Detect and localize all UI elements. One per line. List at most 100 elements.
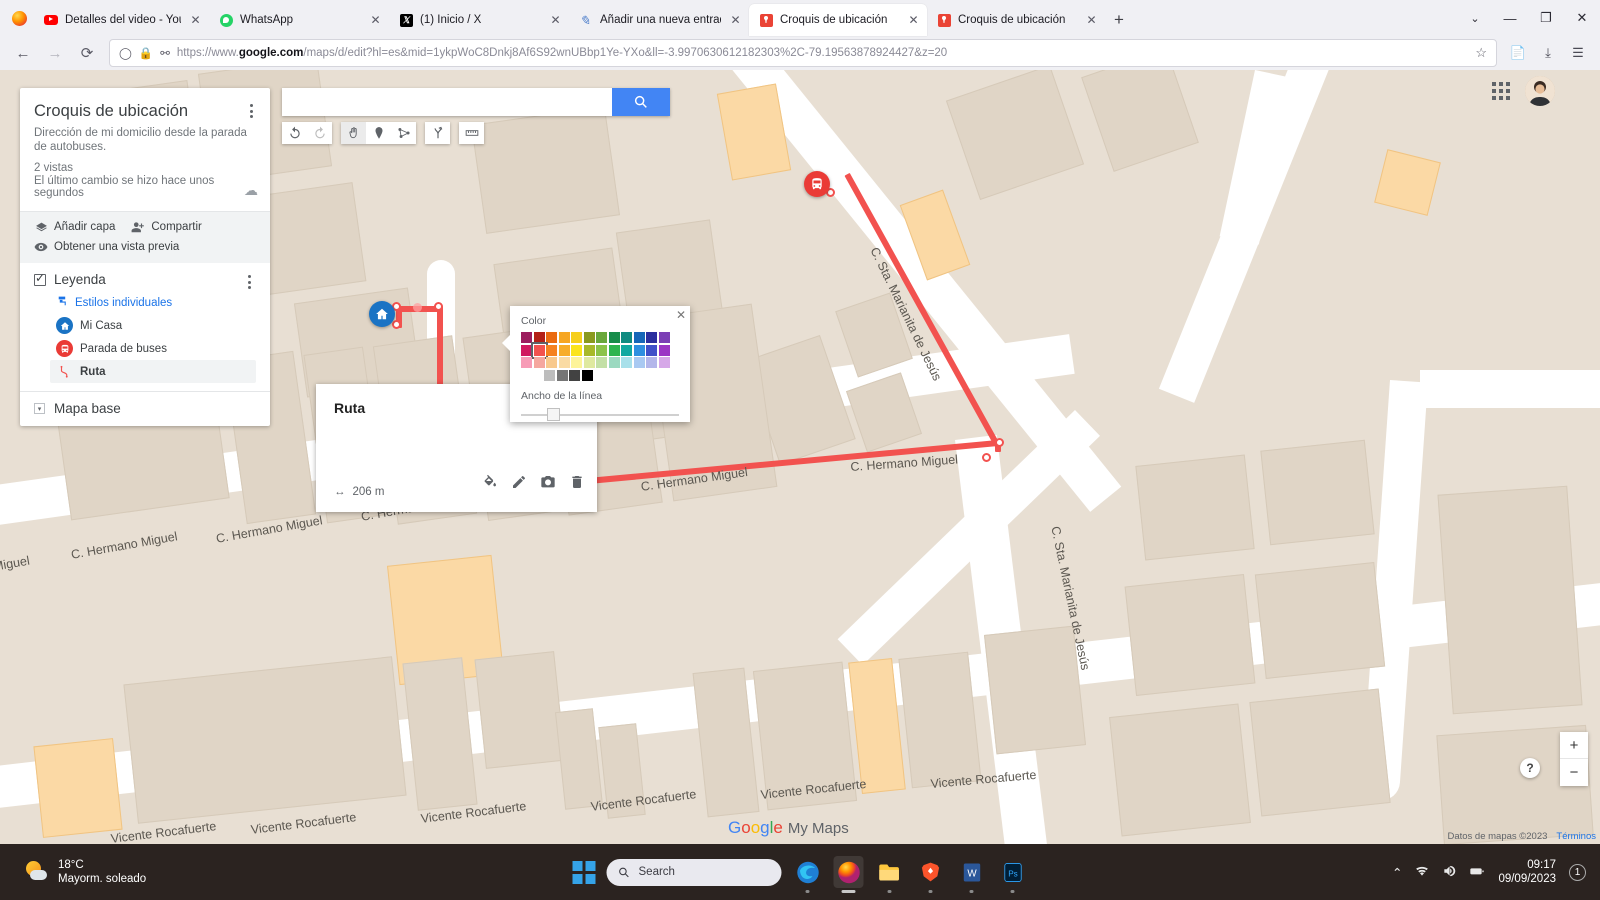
- taskbar-app-brave[interactable]: [916, 856, 946, 888]
- minimize-button[interactable]: —: [1492, 1, 1528, 35]
- color-swatch[interactable]: [530, 341, 548, 359]
- browser-tab-x[interactable]: 𝕏 (1) Inicio / X ✕: [389, 4, 569, 36]
- battery-icon[interactable]: [1469, 863, 1485, 882]
- add-marker-tool-button[interactable]: [366, 122, 391, 144]
- color-swatch[interactable]: [546, 344, 557, 356]
- gray-swatch[interactable]: [556, 369, 568, 381]
- user-avatar[interactable]: [1525, 76, 1555, 106]
- taskbar-app-edge[interactable]: [793, 856, 823, 888]
- forward-button[interactable]: →: [40, 39, 70, 67]
- color-swatch[interactable]: [608, 344, 620, 356]
- search-input[interactable]: [282, 88, 612, 116]
- help-button[interactable]: ?: [1520, 758, 1540, 778]
- new-tab-button[interactable]: +: [1105, 4, 1133, 36]
- color-swatch[interactable]: [621, 344, 632, 356]
- back-button[interactable]: ←: [8, 39, 38, 67]
- color-swatch[interactable]: [633, 332, 645, 343]
- color-swatch[interactable]: [658, 357, 670, 368]
- gray-swatch[interactable]: [581, 369, 593, 381]
- taskbar-app-file-explorer[interactable]: [875, 856, 905, 888]
- color-swatch[interactable]: [533, 357, 545, 368]
- panel-overflow-menu-icon[interactable]: [244, 104, 258, 121]
- color-swatch[interactable]: [608, 357, 620, 368]
- tray-chevron-icon[interactable]: ⌃: [1392, 865, 1402, 880]
- taskbar-app-firefox[interactable]: [833, 856, 864, 888]
- color-swatch[interactable]: [646, 332, 657, 343]
- taskbar-app-photoshop[interactable]: Ps: [998, 856, 1028, 888]
- add-layer-button[interactable]: Añadir capa: [34, 220, 115, 234]
- my-house-marker[interactable]: [369, 301, 395, 327]
- terms-link[interactable]: Términos: [1556, 831, 1596, 842]
- taskbar-search[interactable]: Search: [606, 858, 782, 886]
- add-photo-button[interactable]: [539, 473, 556, 490]
- reader-view-icon[interactable]: 📄: [1504, 39, 1532, 67]
- weather-widget[interactable]: 18°C Mayorm. soleado: [0, 858, 146, 886]
- color-swatch[interactable]: [521, 332, 532, 343]
- route-vertex[interactable]: [434, 302, 443, 311]
- expand-arrow-icon[interactable]: ▾: [34, 403, 45, 414]
- color-swatch[interactable]: [596, 332, 607, 343]
- color-swatch[interactable]: [646, 357, 657, 368]
- close-window-button[interactable]: ✕: [1564, 1, 1600, 35]
- color-swatch[interactable]: [633, 344, 645, 356]
- color-swatch[interactable]: [583, 332, 595, 343]
- route-vertex[interactable]: [995, 438, 1004, 447]
- color-swatch[interactable]: [583, 357, 595, 368]
- color-swatch[interactable]: [621, 357, 632, 368]
- color-swatch[interactable]: [558, 332, 570, 343]
- shield-icon[interactable]: ◯: [119, 46, 132, 60]
- color-swatch[interactable]: [658, 332, 670, 343]
- color-swatch[interactable]: [646, 344, 657, 356]
- color-swatch[interactable]: [633, 357, 645, 368]
- notification-badge[interactable]: 1: [1569, 863, 1586, 881]
- browser-tab-youtube[interactable]: Detalles del video - YouTube Stu ✕: [34, 4, 209, 36]
- legend-item-mi-casa[interactable]: Mi Casa: [56, 314, 256, 337]
- tab-close-icon[interactable]: ✕: [188, 13, 203, 27]
- route-midpoint[interactable]: [413, 303, 422, 312]
- layer-visibility-checkbox[interactable]: [34, 271, 46, 286]
- select-pan-tool-button[interactable]: [341, 122, 366, 144]
- tab-close-icon[interactable]: ✕: [548, 13, 563, 27]
- start-button[interactable]: [572, 860, 596, 884]
- color-swatch[interactable]: [658, 344, 670, 356]
- line-width-slider[interactable]: [521, 407, 679, 422]
- tab-close-icon[interactable]: ✕: [728, 13, 743, 27]
- color-swatch[interactable]: [546, 357, 557, 368]
- color-swatch[interactable]: [546, 332, 557, 343]
- search-button[interactable]: [612, 88, 670, 116]
- browser-tab-croquis-active[interactable]: Croquis de ubicación ✕: [749, 4, 927, 36]
- measure-distance-button[interactable]: [459, 122, 484, 144]
- color-swatch[interactable]: [571, 344, 582, 356]
- route-vertex[interactable]: [982, 453, 991, 462]
- tab-close-icon[interactable]: ✕: [906, 13, 921, 27]
- browser-tab-croquis-2[interactable]: Croquis de ubicación ✕: [927, 4, 1105, 36]
- maximize-button[interactable]: ❐: [1528, 1, 1564, 35]
- taskbar-clock[interactable]: 09:17 09/09/2023: [1498, 858, 1556, 886]
- delete-button[interactable]: [568, 473, 585, 490]
- slider-thumb[interactable]: [547, 407, 560, 421]
- url-bar[interactable]: ◯ 🔒 ⚯ https://www.google.com/maps/d/edit…: [109, 39, 1497, 67]
- map-search-box[interactable]: [282, 88, 670, 116]
- close-icon[interactable]: ✕: [676, 308, 686, 322]
- bus-stop-marker[interactable]: [804, 171, 830, 197]
- route-vertex[interactable]: [392, 320, 401, 329]
- save-to-pocket-icon[interactable]: ⤓: [1534, 39, 1562, 67]
- legend-item-ruta[interactable]: Ruta: [50, 360, 256, 383]
- add-directions-button[interactable]: [425, 122, 450, 144]
- google-apps-icon[interactable]: [1490, 80, 1512, 102]
- preview-button[interactable]: Obtener una vista previa: [34, 240, 179, 254]
- permissions-icon[interactable]: ⚯: [160, 46, 170, 60]
- volume-icon[interactable]: [1442, 864, 1456, 881]
- zoom-out-button[interactable]: −: [1560, 759, 1588, 786]
- draw-line-tool-button[interactable]: [391, 122, 416, 144]
- color-swatch[interactable]: [558, 344, 570, 356]
- layer-overflow-menu-icon[interactable]: [242, 275, 256, 292]
- color-swatch[interactable]: [596, 357, 607, 368]
- color-swatch[interactable]: [596, 344, 607, 356]
- color-swatch[interactable]: [533, 332, 545, 343]
- edit-button[interactable]: [510, 473, 527, 490]
- color-swatch[interactable]: [621, 332, 632, 343]
- gray-swatch[interactable]: [569, 369, 580, 381]
- color-swatch[interactable]: [521, 344, 532, 356]
- browser-tab-blogger[interactable]: ✎ Añadir una nueva entrada < El b ✕: [569, 4, 749, 36]
